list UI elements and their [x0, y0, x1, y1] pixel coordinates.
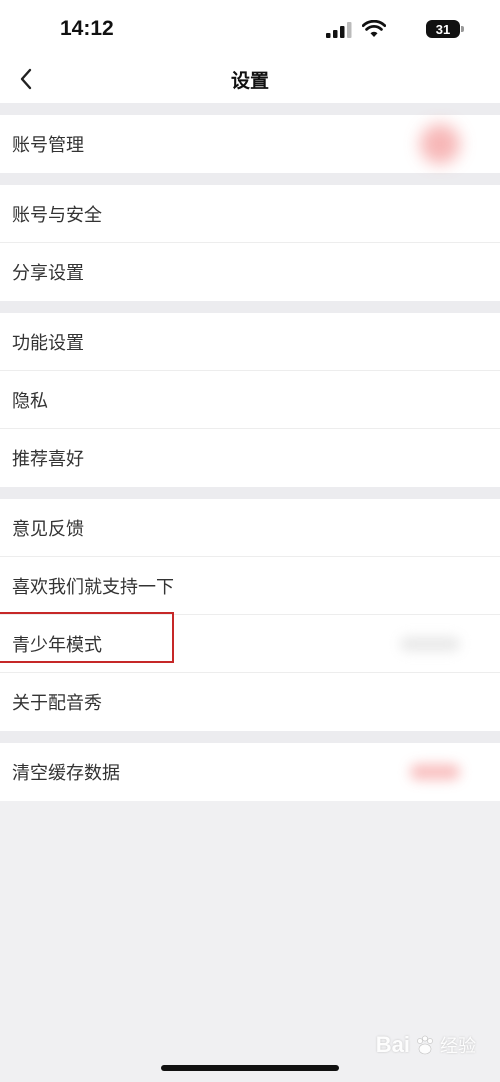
status-bar: 14:12 31 — [0, 0, 500, 55]
settings-group-cache: 清空缓存数据 — [0, 743, 500, 801]
settings-item-label: 清空缓存数据 — [12, 763, 120, 784]
cache-size-badge — [410, 764, 460, 780]
section-divider — [0, 173, 500, 185]
settings-group-account-management: 账号管理 — [0, 115, 500, 173]
status-icons: 31 — [310, 20, 464, 40]
settings-group-features: 功能设置 隐私 推荐喜好 — [0, 313, 500, 487]
settings-item-share-settings[interactable]: 分享设置 — [0, 243, 500, 301]
settings-item-label: 账号与安全 — [12, 204, 102, 226]
wifi-icon — [362, 20, 386, 37]
settings-item-feedback[interactable]: 意见反馈 — [0, 499, 500, 557]
settings-item-support-us[interactable]: 喜欢我们就支持一下 — [0, 557, 500, 615]
settings-item-label: 推荐喜好 — [12, 449, 84, 470]
watermark-sub: 经验 — [440, 1036, 476, 1057]
settings-item-about[interactable]: 关于配音秀 — [0, 673, 500, 731]
status-badge — [400, 636, 460, 651]
settings-item-recommendation-preferences[interactable]: 推荐喜好 — [0, 429, 500, 487]
settings-group-account: 账号与安全 分享设置 — [0, 185, 500, 301]
settings-item-label: 意见反馈 — [12, 518, 84, 540]
settings-item-label: 隐私 — [12, 390, 48, 412]
settings-item-account-security[interactable]: 账号与安全 — [0, 185, 500, 243]
settings-item-privacy[interactable]: 隐私 — [0, 371, 500, 429]
watermark-logo: Bai — [375, 1032, 410, 1057]
settings-item-label: 喜欢我们就支持一下 — [12, 576, 174, 598]
battery-level: 31 — [435, 21, 451, 37]
watermark: Bai 经验 — [376, 1030, 476, 1060]
section-divider — [0, 731, 500, 743]
page-title: 设置 — [230, 70, 269, 92]
settings-item-label: 青少年模式 — [12, 634, 102, 656]
settings-group-about: 意见反馈 喜欢我们就支持一下 青少年模式 关于配音秀 — [0, 499, 500, 731]
battery-icon: 31 — [426, 20, 464, 38]
status-time: 14:12 — [60, 17, 114, 40]
paw-icon — [417, 1035, 433, 1055]
section-divider — [0, 301, 500, 313]
settings-item-label: 账号管理 — [12, 135, 84, 156]
home-indicator[interactable] — [161, 1065, 339, 1071]
nav-bar: 设置 — [0, 55, 500, 103]
settings-item-teen-mode[interactable]: 青少年模式 — [0, 612, 500, 673]
settings-item-clear-cache[interactable]: 清空缓存数据 — [0, 743, 500, 801]
section-divider — [0, 103, 500, 115]
settings-item-label: 关于配音秀 — [12, 693, 102, 714]
settings-item-label: 分享设置 — [12, 263, 84, 284]
settings-item-account-management[interactable]: 账号管理 — [0, 115, 500, 173]
section-divider — [0, 487, 500, 499]
settings-item-feature-settings[interactable]: 功能设置 — [0, 313, 500, 371]
cellular-signal-icon — [326, 22, 352, 38]
settings-list: 账号管理 账号与安全 分享设置 功能设置 隐私 推荐喜好 意见反馈 喜欢我们就支… — [0, 103, 500, 801]
settings-item-label: 功能设置 — [12, 332, 84, 354]
avatar — [420, 124, 460, 164]
